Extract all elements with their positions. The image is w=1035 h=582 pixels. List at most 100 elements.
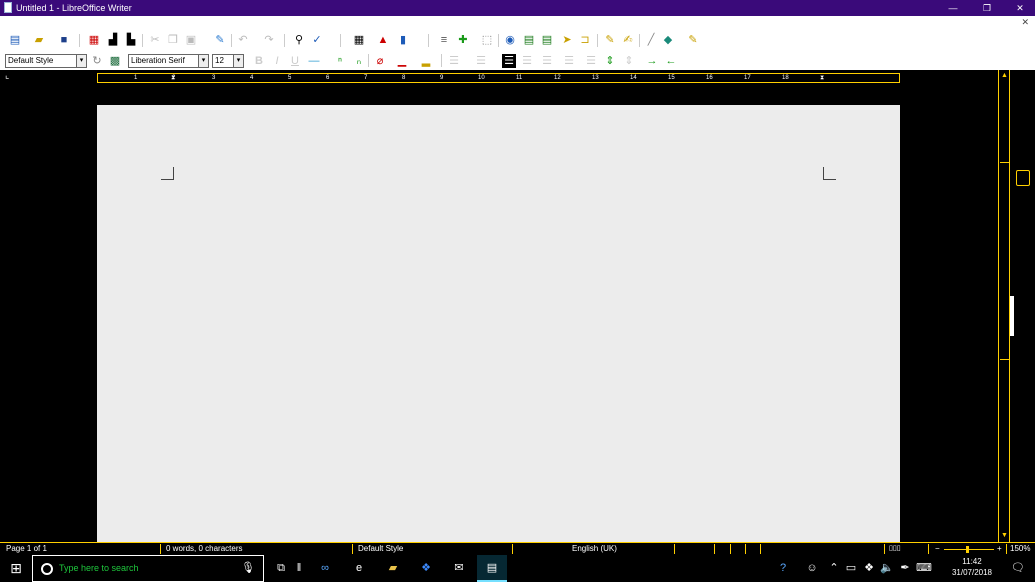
align-right-icon[interactable]: ☰ xyxy=(540,54,554,68)
print-preview-icon[interactable]: ▙ xyxy=(124,33,138,47)
mail-icon[interactable]: ✉ xyxy=(444,555,474,582)
insert-line-icon[interactable]: ╱ xyxy=(644,33,658,47)
print-icon[interactable]: ▟ xyxy=(106,33,120,47)
language-status[interactable]: English (UK) xyxy=(572,543,617,555)
chevron-down-icon[interactable]: ▾ xyxy=(233,55,243,67)
scroll-up-arrow-icon[interactable]: ▲ xyxy=(1000,72,1009,79)
highlight-color-icon[interactable]: ▂ xyxy=(419,54,433,68)
view-layout-icon[interactable]: ▯▯▯ xyxy=(889,543,901,555)
edge-browser-icon[interactable]: e xyxy=(344,555,374,582)
close-document-button[interactable]: ✕ xyxy=(1021,17,1029,28)
libreoffice-writer-taskbar-icon[interactable]: ▤ xyxy=(477,555,507,582)
keyboard-icon[interactable]: ⌨ xyxy=(914,555,934,582)
people-icon[interactable]: ☺ xyxy=(797,555,827,582)
sidebar-collapse-handle[interactable] xyxy=(1010,296,1014,336)
zoom-in-icon[interactable]: + xyxy=(997,543,1002,555)
align-center-icon[interactable]: ☰ xyxy=(520,54,534,68)
font-name-combo[interactable]: Liberation Serif ▾ xyxy=(128,54,209,68)
undo-icon[interactable]: ↶ xyxy=(236,33,250,47)
horizontal-ruler[interactable]: 1 2 3 4 5 6 7 8 9 10 11 12 13 14 15 16 1… xyxy=(97,73,900,83)
left-indent-marker[interactable]: ⧗ xyxy=(171,74,175,83)
minimize-button[interactable]: — xyxy=(938,0,968,16)
task-view-icon[interactable]: ⧉ xyxy=(266,555,296,582)
page-count-status[interactable]: Page 1 of 1 xyxy=(6,543,47,555)
insert-cross-reference-icon[interactable]: ⊐ xyxy=(578,33,592,47)
insert-comment-icon[interactable]: ✎ xyxy=(603,33,617,47)
paste-icon[interactable]: ▣ xyxy=(184,33,198,47)
chevron-down-icon[interactable]: ▾ xyxy=(198,55,208,67)
clone-formatting-icon[interactable]: ✎ xyxy=(213,33,227,47)
open-folder-icon[interactable]: ▰ xyxy=(32,33,46,47)
system-clock[interactable]: 11:42 31/07/2018 xyxy=(947,556,997,578)
insert-bookmark-icon[interactable]: ➤ xyxy=(560,33,574,47)
cut-icon[interactable]: ✂ xyxy=(148,33,162,47)
tab-type-selector[interactable]: ⌞ xyxy=(5,70,9,81)
line-spacing-icon[interactable]: ☰ xyxy=(584,54,598,68)
bold-icon[interactable]: B xyxy=(252,54,266,68)
scrollbar-thumb[interactable] xyxy=(1000,162,1009,360)
document-page[interactable] xyxy=(97,105,900,545)
pen-icon[interactable]: ✒ xyxy=(896,555,914,582)
sidebar-properties-button[interactable] xyxy=(1016,170,1030,186)
superscript-icon[interactable]: ⁿ xyxy=(333,54,347,68)
numbering-icon[interactable]: ☰ xyxy=(474,54,488,68)
export-pdf-icon[interactable]: ▦ xyxy=(87,33,101,47)
page-style-status[interactable]: Default Style xyxy=(358,543,403,555)
insert-table-icon[interactable]: ▦ xyxy=(352,33,366,47)
zoom-level[interactable]: 150% xyxy=(1010,543,1030,555)
paragraph-style-combo[interactable]: Default Style ▾ xyxy=(5,54,87,68)
insert-text-box-icon[interactable]: ⬚ xyxy=(480,33,494,47)
show-draw-functions-icon[interactable]: ✎ xyxy=(686,33,700,47)
increase-indent-icon[interactable]: → xyxy=(645,54,659,68)
new-style-icon[interactable]: ▩ xyxy=(108,54,122,68)
spelling-icon[interactable]: ✓ xyxy=(310,33,324,47)
decrease-indent-icon[interactable]: ← xyxy=(664,54,678,68)
taskbar-search-box[interactable]: Type here to search 🎙 xyxy=(32,555,264,582)
dropbox-tray-icon[interactable]: ❖ xyxy=(860,555,878,582)
italic-icon[interactable]: I xyxy=(270,54,284,68)
close-button[interactable]: ✕ xyxy=(1005,0,1035,16)
scroll-down-arrow-icon[interactable]: ▼ xyxy=(1000,532,1009,539)
help-icon[interactable]: ? xyxy=(768,555,798,582)
strikethrough-icon[interactable]: — xyxy=(307,54,321,68)
copy-icon[interactable]: ❐ xyxy=(166,33,180,47)
word-count-status[interactable]: 0 words, 0 characters xyxy=(166,543,242,555)
bullets-icon[interactable]: ☰ xyxy=(447,54,461,68)
new-document-icon[interactable]: ▤ xyxy=(8,33,22,47)
insert-image-icon[interactable]: ▲ xyxy=(376,33,390,47)
file-explorer-icon[interactable]: ▰ xyxy=(378,555,408,582)
zoom-slider-thumb[interactable] xyxy=(966,546,969,553)
right-indent-marker[interactable]: ⧗ xyxy=(820,74,824,83)
insert-chart-icon[interactable]: ▮ xyxy=(396,33,410,47)
infinity-app-icon[interactable]: ∞ xyxy=(310,555,340,582)
chevron-down-icon[interactable]: ▾ xyxy=(76,55,86,67)
microphone-icon[interactable]: 🎙 xyxy=(241,556,255,581)
insert-hyperlink-icon[interactable]: ◉ xyxy=(503,33,517,47)
zoom-out-icon[interactable]: − xyxy=(935,543,940,555)
clear-formatting-icon[interactable]: ⌀ xyxy=(373,54,387,68)
volume-icon[interactable]: 🔈 xyxy=(878,555,896,582)
battery-icon[interactable]: ▭ xyxy=(842,555,860,582)
align-left-icon[interactable]: ☰ xyxy=(502,54,516,68)
show-hidden-icons-chevron-icon[interactable]: ⌃ xyxy=(826,555,842,582)
restore-button[interactable]: ❐ xyxy=(972,0,1002,16)
action-center-icon[interactable]: 🗨 xyxy=(1001,555,1035,582)
insert-shapes-icon[interactable]: ◆ xyxy=(661,33,675,47)
find-replace-icon[interactable]: ⚲ xyxy=(292,33,306,47)
decrease-spacing-icon[interactable]: ⇕ xyxy=(622,54,636,68)
insert-page-break-icon[interactable]: ≡ xyxy=(437,33,451,47)
justify-icon[interactable]: ☰ xyxy=(562,54,576,68)
update-style-icon[interactable]: ↻ xyxy=(90,54,104,68)
vertical-scrollbar[interactable]: ▲ ▼ xyxy=(998,70,1010,542)
redo-icon[interactable]: ↷ xyxy=(262,33,276,47)
insert-field-icon[interactable]: ✚ xyxy=(456,33,470,47)
font-size-combo[interactable]: 12 ▾ xyxy=(212,54,244,68)
font-color-icon[interactable]: ▁ xyxy=(395,54,409,68)
increase-spacing-icon[interactable]: ⇕ xyxy=(603,54,617,68)
save-icon[interactable]: ■ xyxy=(57,33,71,47)
subscript-icon[interactable]: ₙ xyxy=(352,54,366,68)
track-changes-icon[interactable]: ✍ xyxy=(621,33,635,47)
insert-endnote-icon[interactable]: ▤ xyxy=(540,33,554,47)
document-canvas[interactable] xyxy=(0,86,998,545)
zoom-slider[interactable] xyxy=(944,549,994,550)
